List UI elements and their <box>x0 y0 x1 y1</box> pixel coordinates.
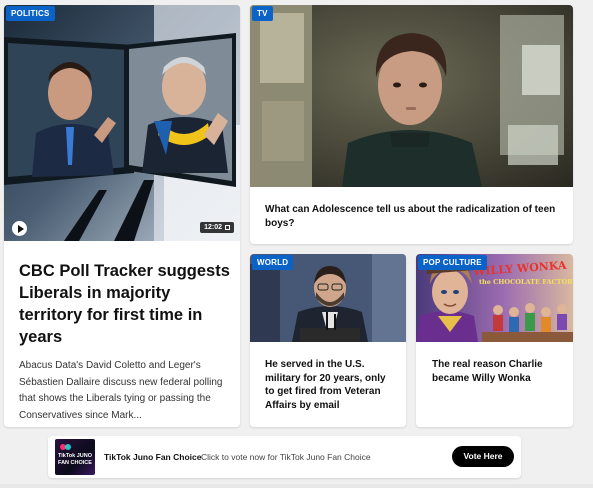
tv-headline[interactable]: What can Adolescence tell us about the r… <box>265 203 563 230</box>
hero-video-thumbnail[interactable] <box>4 5 240 241</box>
hero-thumbnail-image <box>4 5 240 241</box>
tv-thumbnail-image <box>250 5 573 187</box>
pop-culture-story-card[interactable]: WILLY WONKA the CHOCOLATE FACTORY Pop Cu… <box>416 254 573 427</box>
pop-culture-headline[interactable]: The real reason Charlie became Willy Won… <box>432 358 565 385</box>
hero-story-card[interactable]: Politics 12:02 CBC Poll Tracker suggests… <box>4 5 240 427</box>
fan-choice-promo-banner[interactable]: TikTok JUNO FAN CHOICE TikTok Juno Fan C… <box>48 436 521 478</box>
logo-dot-cyan <box>65 444 71 450</box>
duration-label: 12:02 <box>204 224 222 231</box>
tiktok-juno-logo: TikTok JUNO FAN CHOICE <box>55 439 95 475</box>
tv-thumbnail[interactable] <box>250 5 573 187</box>
world-story-card[interactable]: World He served in the U.S. military for… <box>250 254 406 427</box>
logo-text: TikTok JUNO FAN CHOICE <box>57 453 93 466</box>
play-icon[interactable] <box>12 221 27 236</box>
poster-title-line2: the CHOCOLATE FACTORY <box>479 278 573 286</box>
tv-story-card[interactable]: TV What can Adolescence tell us about th… <box>250 5 573 244</box>
hero-headline[interactable]: CBC Poll Tracker suggests Liberals in ma… <box>19 260 234 348</box>
promo-title: TikTok Juno Fan Choice <box>104 452 202 462</box>
closed-caption-icon <box>225 225 230 230</box>
category-badge[interactable]: TV <box>252 6 273 21</box>
page-bottom-divider <box>0 484 593 488</box>
promo-text: Click to vote now for TikTok Juno Fan Ch… <box>201 452 371 462</box>
hero-description: Abacus Data's David Coletto and Leger's … <box>19 360 223 421</box>
vote-here-button[interactable]: Vote Here <box>452 446 514 467</box>
video-duration: 12:02 <box>200 222 234 233</box>
category-badge[interactable]: Pop Culture <box>418 255 487 270</box>
category-badge[interactable]: World <box>252 255 294 270</box>
category-badge[interactable]: Politics <box>6 6 55 21</box>
world-headline[interactable]: He served in the U.S. military for 20 ye… <box>265 358 397 412</box>
